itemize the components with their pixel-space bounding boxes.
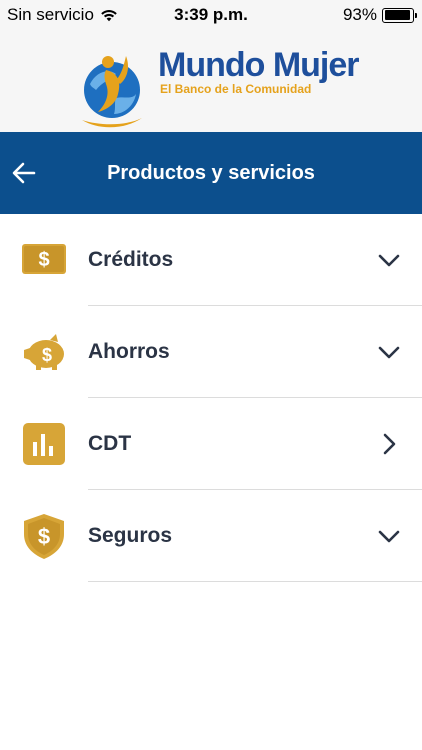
chevron-down-icon[interactable] — [376, 339, 402, 365]
globe-logo-icon — [82, 56, 142, 128]
money-bill-icon: $ — [22, 244, 66, 274]
piggy-bank-icon: $ — [24, 334, 64, 370]
battery-percent: 93% — [342, 5, 377, 24]
chevron-right-icon[interactable] — [376, 431, 402, 457]
product-label: CDT — [88, 432, 132, 455]
battery-icon — [382, 7, 417, 23]
chevron-down-icon[interactable] — [376, 247, 402, 273]
page-title: Productos y servicios — [107, 162, 315, 184]
product-item-ahorros[interactable]: $ Ahorros — [0, 306, 422, 398]
brand-header: Mundo Mujer El Banco de la Comunidad — [0, 30, 422, 132]
nav-bar: Productos y servicios — [0, 132, 422, 214]
product-item-cdt[interactable]: CDT — [0, 398, 422, 490]
bar-chart-icon — [23, 423, 65, 465]
svg-text:$: $ — [38, 249, 49, 271]
product-label: Créditos — [88, 248, 174, 271]
product-label: Seguros — [88, 524, 173, 547]
app-screen: Sin servicio 3:39 p.m. 93% Mundo Mujer E… — [0, 0, 422, 750]
divider — [88, 581, 422, 582]
brand-name: Mundo Mujer — [158, 46, 360, 84]
chevron-down-icon[interactable] — [376, 523, 402, 549]
product-item-seguros[interactable]: $ Seguros — [0, 490, 422, 582]
product-item-creditos[interactable]: $ Créditos — [0, 214, 422, 306]
product-list: $ Créditos $ Ahorros CDT $ Seguros — [0, 214, 422, 582]
brand-tagline: El Banco de la Comunidad — [160, 82, 312, 96]
status-bar: Sin servicio 3:39 p.m. 93% — [0, 0, 422, 30]
svg-text:$: $ — [38, 524, 50, 549]
battery-level — [384, 10, 410, 20]
status-right: 93% — [342, 5, 417, 25]
shield-dollar-icon: $ — [24, 514, 64, 559]
svg-text:$: $ — [42, 345, 52, 365]
product-label: Ahorros — [88, 340, 170, 363]
